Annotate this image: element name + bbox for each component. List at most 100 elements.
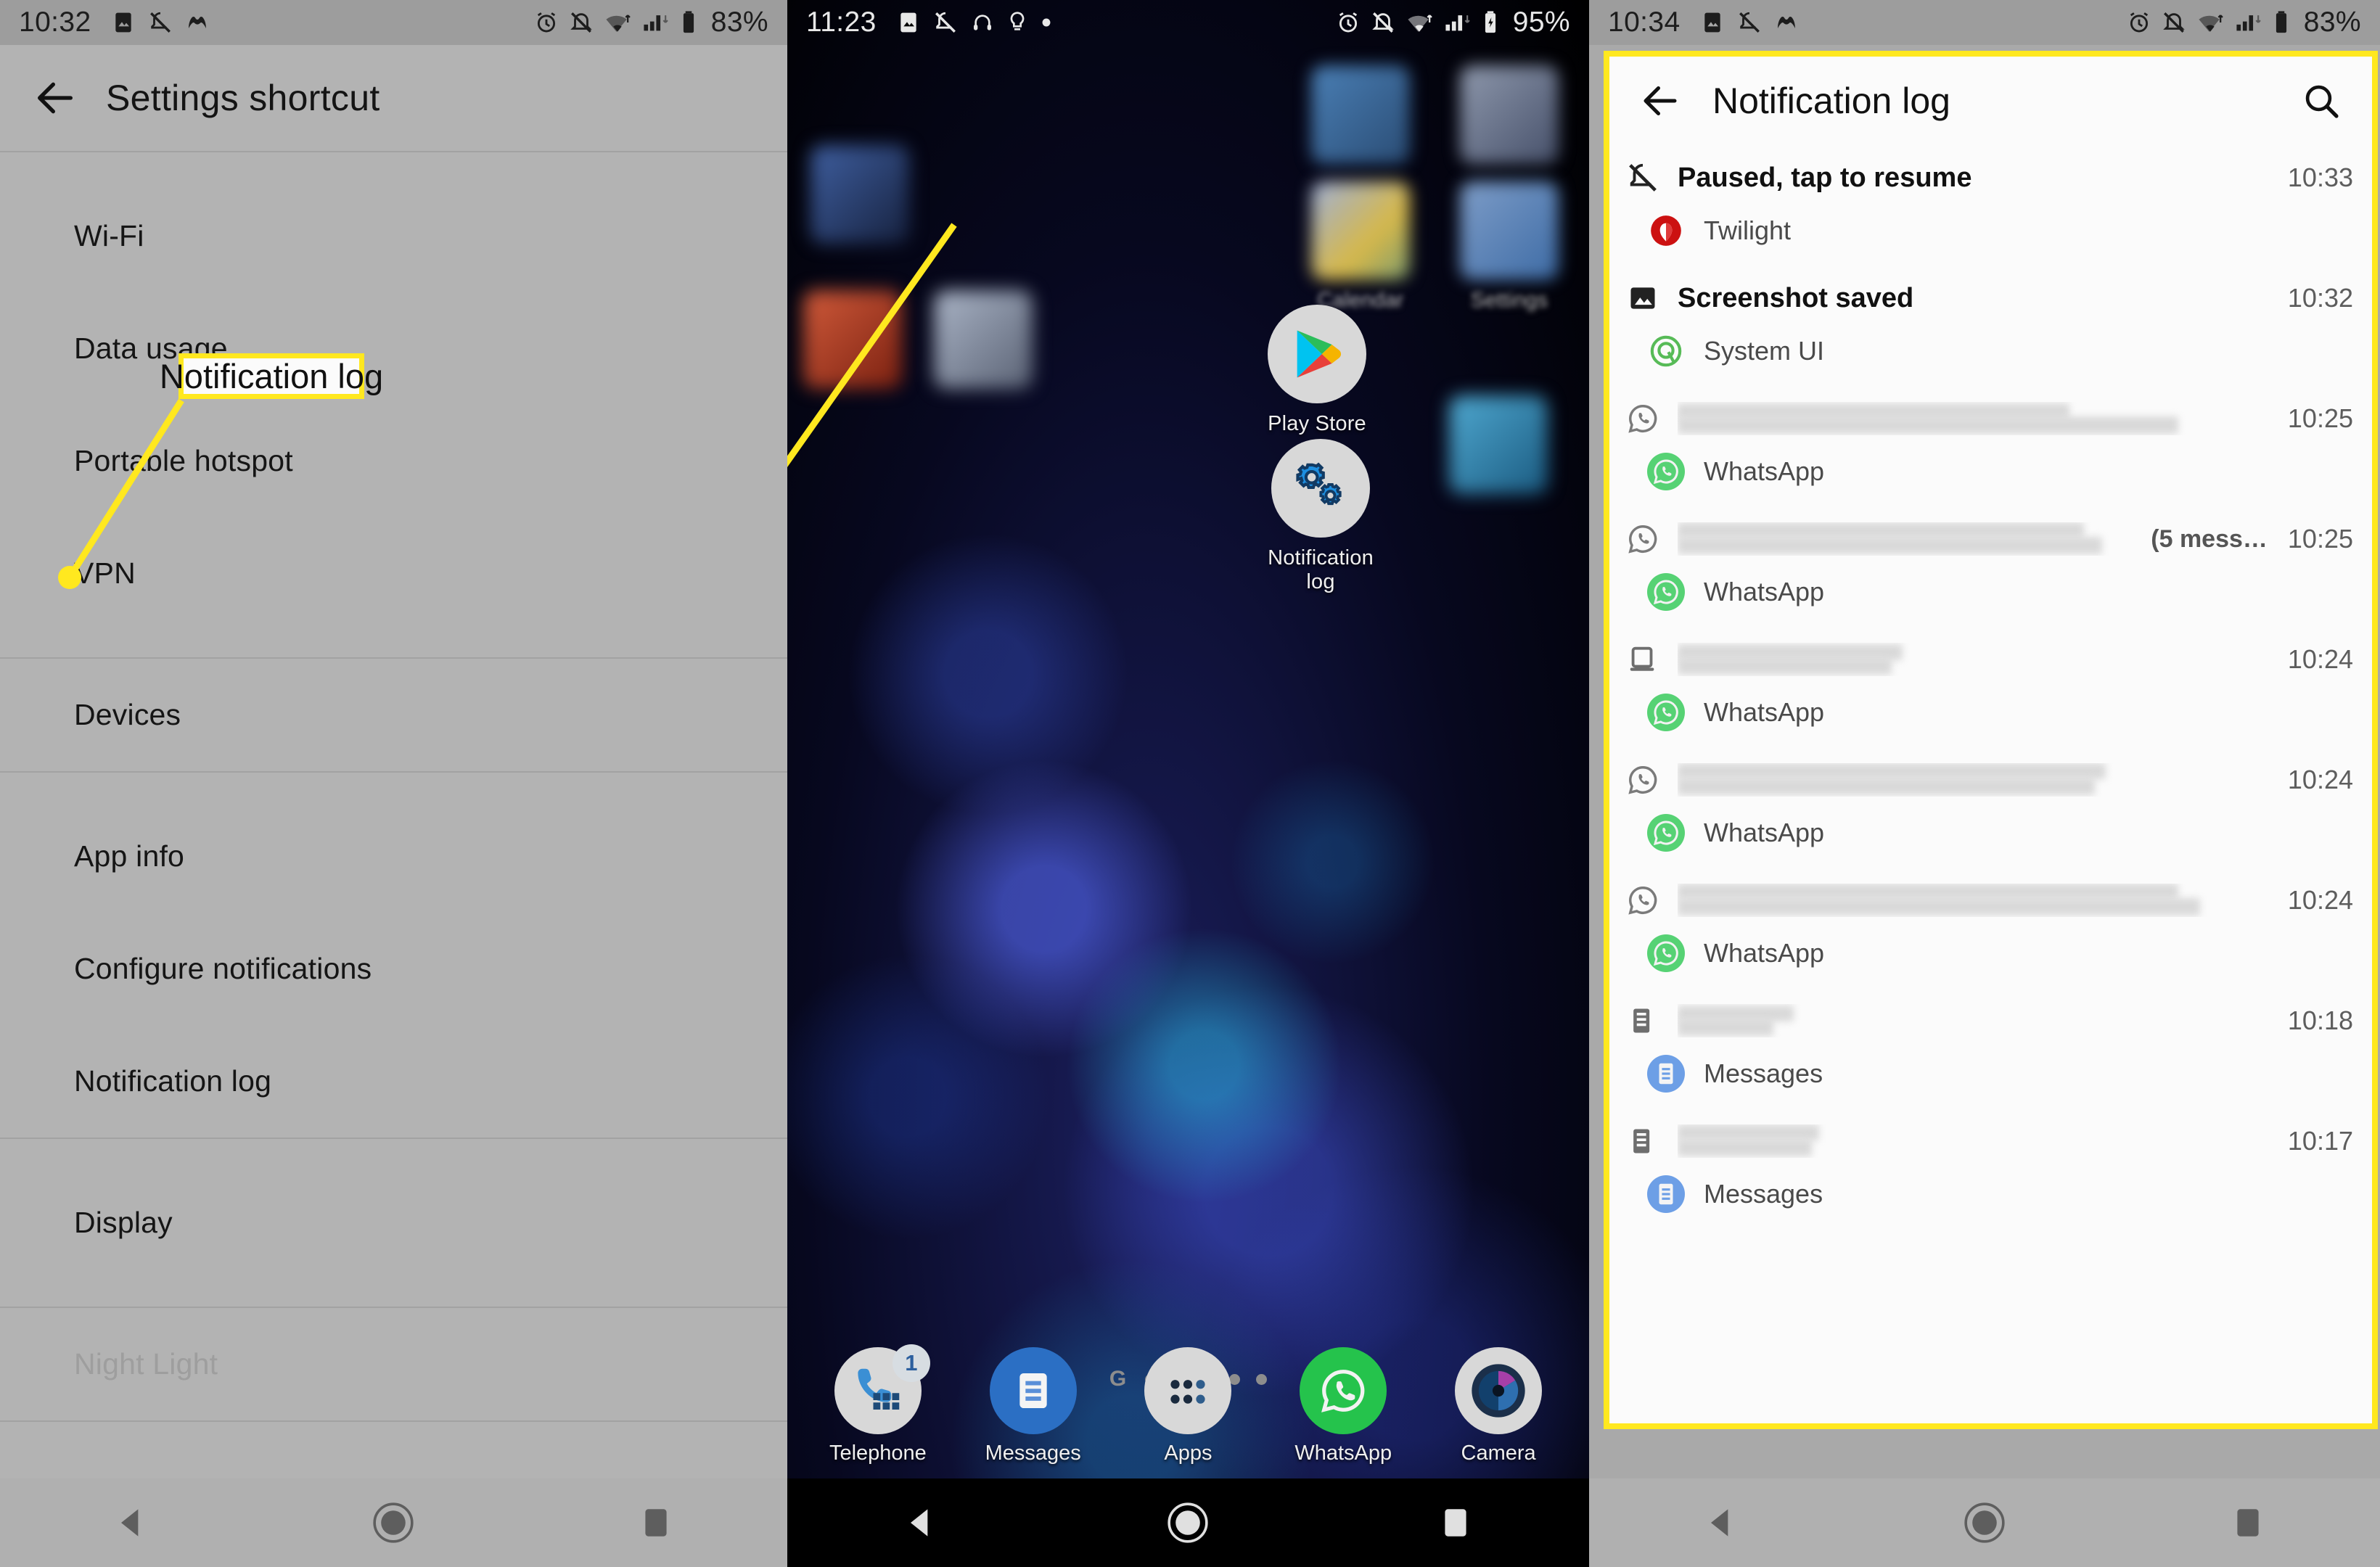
panel-home-screen: Calendar Settings Play Store Notificatio… xyxy=(787,0,1589,1567)
home-icon-blurred-b[interactable] xyxy=(1444,65,1575,164)
notification-app: Twilight xyxy=(1704,215,1792,245)
dock-label: Apps xyxy=(1164,1441,1212,1465)
home-icon-blurred-c[interactable] xyxy=(795,145,925,244)
notification-message-count: (5 mess… xyxy=(2151,525,2268,553)
status-clock: 11:23 xyxy=(806,7,877,38)
table-row[interactable]: 10:17 Messages xyxy=(1609,1109,2372,1229)
notification-time: 10:32 xyxy=(2287,283,2353,313)
back-triangle-icon[interactable] xyxy=(1678,1479,1765,1566)
home-circle-icon[interactable] xyxy=(1144,1479,1231,1566)
status-clock: 10:32 xyxy=(19,7,91,38)
sidebar-item-data-usage[interactable]: Data usage xyxy=(0,292,787,405)
sidebar-item-portable-hotspot[interactable]: Portable hotspot xyxy=(0,405,787,517)
notification-log-highlight-frame: Notification log Paused, tap to resume 1… xyxy=(1604,51,2378,1429)
screenshot-icon xyxy=(1701,11,1724,34)
status-left-icons: 10:34 xyxy=(1608,7,1798,38)
screenshot-icon xyxy=(112,11,135,34)
home-icon-blurred-f[interactable] xyxy=(1433,395,1564,494)
alarm-icon xyxy=(2127,10,2151,35)
battery-percent: 83% xyxy=(2303,7,2361,38)
screenshot-icon xyxy=(897,11,920,34)
dock-item-telephone[interactable]: 1 Telephone xyxy=(813,1344,943,1465)
table-row[interactable]: 10:24 WhatsApp xyxy=(1609,868,2372,988)
back-arrow-icon[interactable] xyxy=(1630,70,1691,131)
home-icon-calendar[interactable]: Calendar xyxy=(1295,181,1426,313)
navbar-middle xyxy=(787,1478,1589,1567)
notification-rows: Paused, tap to resume 10:33 Twilight Scr… xyxy=(1609,145,2372,1229)
back-triangle-icon[interactable] xyxy=(88,1479,175,1566)
whatsapp-icon xyxy=(1647,573,1685,611)
notification-app: WhatsApp xyxy=(1704,938,1825,968)
alarm-icon xyxy=(534,10,559,35)
search-icon[interactable] xyxy=(2291,70,2352,131)
messages-outline-icon xyxy=(1625,1124,1660,1159)
sidebar-item-configure-notifications[interactable]: Configure notifications xyxy=(0,913,787,1025)
table-row[interactable]: Screenshot saved 10:32 System UI xyxy=(1609,266,2372,386)
table-row[interactable]: Paused, tap to resume 10:33 Twilight xyxy=(1609,145,2372,266)
home-icon-blurred-d[interactable] xyxy=(787,290,918,389)
right-appbar: Notification log xyxy=(1609,57,2372,145)
sidebar-item-notification-log[interactable]: Notification log xyxy=(0,1025,787,1138)
home-icon-notification-log[interactable]: Notification log xyxy=(1255,439,1386,594)
sidebar-item-wifi[interactable]: Wi-Fi xyxy=(0,180,787,292)
notifications-off-icon xyxy=(2162,10,2186,35)
dock-item-messages[interactable]: Messages xyxy=(968,1346,1099,1465)
notification-time: 10:17 xyxy=(2287,1126,2353,1156)
battery-charging-icon xyxy=(1481,10,1500,35)
table-row[interactable]: 10:24 WhatsApp xyxy=(1609,747,2372,868)
home-icon-play-store[interactable]: Play Store xyxy=(1252,305,1382,436)
home-icon-blurred-a[interactable] xyxy=(1295,65,1426,164)
status-left-icons: 10:32 xyxy=(19,7,209,38)
battery-percent: 95% xyxy=(1512,7,1570,38)
whatsapp-icon xyxy=(1647,453,1685,490)
home-circle-icon[interactable] xyxy=(350,1479,437,1566)
notification-time: 10:24 xyxy=(2287,885,2353,915)
notification-time: 10:24 xyxy=(2287,765,2353,794)
redacted-notification-text xyxy=(1678,1124,2270,1158)
redacted-notification-text xyxy=(1678,643,2270,676)
table-row[interactable]: (5 mess… 10:25 WhatsApp xyxy=(1609,506,2372,627)
sidebar-item-vpn[interactable]: VPN xyxy=(0,517,787,630)
three-phone-screenshot-composite: 10:32 83% Settings shortcut Wi-Fi Data u… xyxy=(0,0,2380,1567)
dock-label: Messages xyxy=(985,1441,1081,1465)
status-bar-right: 10:34 83% xyxy=(1589,0,2380,45)
recents-square-icon[interactable] xyxy=(612,1479,699,1566)
dock-item-apps[interactable]: Apps xyxy=(1123,1346,1253,1465)
settings-gears-icon xyxy=(1271,439,1370,538)
battery-icon xyxy=(2272,10,2291,35)
whatsapp-outline-icon xyxy=(1625,883,1660,918)
dock-item-camera[interactable]: Camera xyxy=(1433,1346,1564,1465)
back-arrow-icon[interactable] xyxy=(25,67,86,128)
settings-group-network: Wi-Fi Data usage Portable hotspot VPN xyxy=(0,152,787,659)
whatsapp-icon xyxy=(1300,1346,1387,1434)
back-triangle-icon[interactable] xyxy=(877,1479,964,1566)
vibrate-off-icon xyxy=(1625,160,1660,195)
recents-square-icon[interactable] xyxy=(1412,1479,1499,1566)
laptop-icon xyxy=(1625,642,1660,677)
android-system-ui-icon xyxy=(1647,332,1685,370)
wifi-icon xyxy=(1406,10,1433,35)
home-circle-icon[interactable] xyxy=(1941,1479,2028,1566)
recents-square-icon[interactable] xyxy=(2204,1479,2291,1566)
table-row[interactable]: 10:18 Messages xyxy=(1609,988,2372,1109)
home-icon-settings[interactable]: Settings xyxy=(1444,181,1575,313)
navbar-right xyxy=(1589,1478,2380,1567)
apps-grid-icon xyxy=(1144,1346,1232,1434)
whatsapp-outline-icon xyxy=(1625,401,1660,436)
wifi-icon xyxy=(2196,10,2224,35)
dock-label: Telephone xyxy=(829,1441,927,1465)
signal-icon xyxy=(2234,10,2262,35)
signal-icon xyxy=(1443,10,1471,35)
sidebar-item-display[interactable]: Display xyxy=(0,1167,787,1279)
table-row[interactable]: 10:25 WhatsApp xyxy=(1609,386,2372,506)
home-icon-blurred-e[interactable] xyxy=(918,290,1049,389)
home-icon-label: Play Store xyxy=(1268,412,1366,435)
notification-app: WhatsApp xyxy=(1704,577,1825,606)
settings-group-display: Display xyxy=(0,1139,787,1308)
sidebar-item-app-info[interactable]: App info xyxy=(0,800,787,913)
sidebar-item-night-light[interactable]: Night Light xyxy=(0,1308,787,1420)
sidebar-item-devices[interactable]: Devices xyxy=(0,659,787,771)
dock-item-whatsapp[interactable]: WhatsApp xyxy=(1278,1346,1408,1465)
battery-percent: 83% xyxy=(710,7,768,38)
table-row[interactable]: 10:24 WhatsApp xyxy=(1609,627,2372,747)
